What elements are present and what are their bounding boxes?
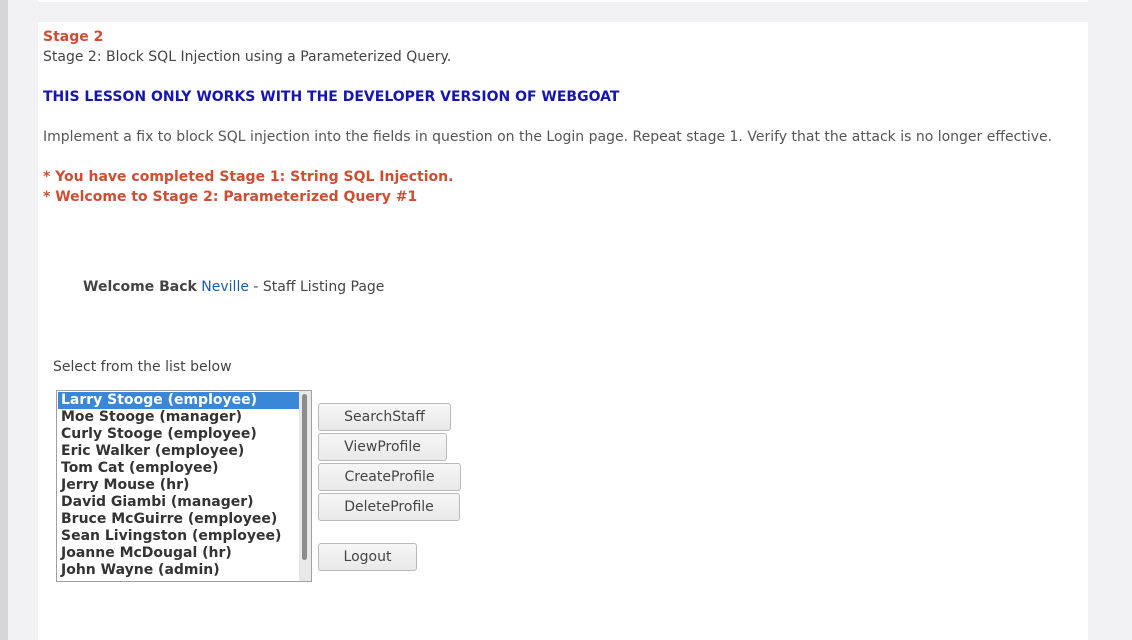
view-profile-button[interactable]: ViewProfile bbox=[318, 433, 447, 461]
staff-list-option[interactable]: Eric Walker (employee) bbox=[58, 443, 299, 460]
stage-title: Stage 2 bbox=[43, 29, 104, 45]
developer-version-warning: THIS LESSON ONLY WORKS WITH THE DEVELOPE… bbox=[43, 89, 620, 105]
staff-list-label: Select from the list below bbox=[53, 359, 232, 375]
welcome-back-header: Welcome Back Neville - Staff Listing Pag… bbox=[83, 278, 384, 296]
staff-list-option[interactable]: Tom Cat (employee) bbox=[58, 460, 299, 477]
welcome-prefix: Welcome Back bbox=[83, 279, 197, 295]
search-staff-button[interactable]: SearchStaff bbox=[318, 403, 451, 431]
staff-list-option[interactable]: John Wayne (admin) bbox=[58, 562, 299, 579]
top-panel-edge bbox=[38, 0, 1088, 2]
stage-subtitle: Stage 2: Block SQL Injection using a Par… bbox=[43, 49, 452, 65]
logout-button[interactable]: Logout bbox=[318, 543, 417, 571]
staff-list-option[interactable]: Larry Stooge (employee) bbox=[58, 392, 299, 409]
staff-list-option[interactable]: Sean Livingston (employee) bbox=[58, 528, 299, 545]
staff-listbox[interactable]: Larry Stooge (employee) Moe Stooge (manag… bbox=[56, 390, 312, 582]
staff-list-option[interactable]: Bruce McGuirre (employee) bbox=[58, 511, 299, 528]
create-profile-button[interactable]: CreateProfile bbox=[318, 463, 461, 491]
staff-list-option[interactable]: David Giambi (manager) bbox=[58, 494, 299, 511]
stage-completed-message: * You have completed Stage 1: String SQL… bbox=[43, 169, 454, 185]
delete-profile-button[interactable]: DeleteProfile bbox=[318, 493, 460, 521]
stage-welcome-message: * Welcome to Stage 2: Parameterized Quer… bbox=[43, 189, 418, 205]
lesson-content: Stage 2 Stage 2: Block SQL Injection usi… bbox=[38, 22, 1088, 640]
staff-items: Larry Stooge (employee) Moe Stooge (manag… bbox=[58, 392, 299, 579]
staff-list-option[interactable]: Curly Stooge (employee) bbox=[58, 426, 299, 443]
left-edge-strip bbox=[0, 0, 8, 640]
user-name: Neville bbox=[201, 279, 249, 295]
staff-list-scrollbar[interactable] bbox=[299, 391, 311, 581]
page-suffix: - Staff Listing Page bbox=[248, 279, 385, 295]
scrollbar-thumb[interactable] bbox=[302, 394, 307, 560]
lesson-instructions: Implement a fix to block SQL injection i… bbox=[43, 129, 1053, 145]
staff-list-option[interactable]: Jerry Mouse (hr) bbox=[58, 477, 299, 494]
staff-list-option[interactable]: Moe Stooge (manager) bbox=[58, 409, 299, 426]
staff-list-option[interactable]: Joanne McDougal (hr) bbox=[58, 545, 299, 562]
